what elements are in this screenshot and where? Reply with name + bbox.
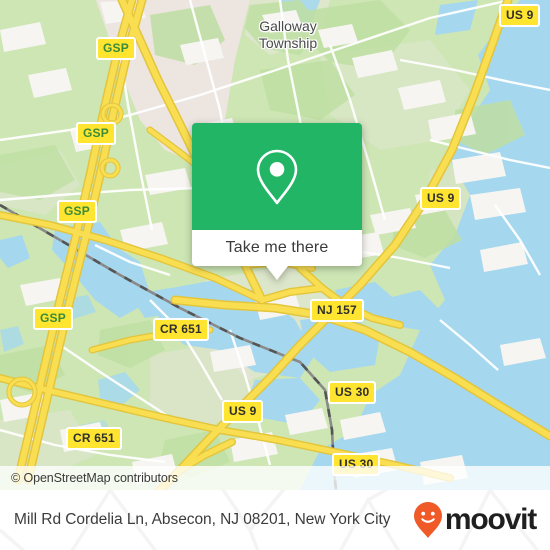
moovit-wordmark: moovit bbox=[444, 503, 537, 536]
shield-us30-1: US 30 bbox=[328, 381, 377, 404]
place-label-line1: Galloway bbox=[259, 18, 317, 34]
footer-content: Mill Rd Cordelia Ln, Absecon, NJ 08201, … bbox=[0, 490, 550, 550]
location-popup[interactable]: Take me there bbox=[192, 123, 362, 280]
shield-gsp-2: GSP bbox=[76, 122, 116, 145]
shield-gsp-1: GSP bbox=[96, 37, 136, 60]
shield-nj157: NJ 157 bbox=[310, 299, 364, 322]
map-canvas[interactable]: Galloway Township GSP GSP GSP GSP US 9 U… bbox=[0, 0, 550, 490]
shield-us9-1: US 9 bbox=[499, 4, 541, 27]
popup-cta[interactable]: Take me there bbox=[192, 230, 362, 266]
shield-gsp-3: GSP bbox=[57, 200, 97, 223]
moovit-smiley-pin-icon bbox=[413, 502, 442, 538]
map-pin-icon bbox=[256, 149, 298, 204]
osm-attribution-text: © OpenStreetMap contributors bbox=[11, 471, 178, 485]
moovit-map-screenshot: Galloway Township GSP GSP GSP GSP US 9 U… bbox=[0, 0, 550, 550]
shield-gsp-4: GSP bbox=[33, 307, 73, 330]
location-address: Mill Rd Cordelia Ln, Absecon, NJ 08201, … bbox=[14, 510, 391, 528]
place-label-galloway-township: Galloway Township bbox=[243, 18, 333, 52]
map-attribution-bar: © OpenStreetMap contributors bbox=[0, 466, 550, 490]
shield-cr651-1: CR 651 bbox=[153, 318, 209, 341]
shield-cr651-2: CR 651 bbox=[66, 427, 122, 450]
place-label-line2: Township bbox=[258, 34, 318, 51]
popup-cta-label: Take me there bbox=[225, 239, 329, 256]
footer-bar: Mill Rd Cordelia Ln, Absecon, NJ 08201, … bbox=[0, 490, 550, 550]
shield-us9-3: US 9 bbox=[222, 400, 264, 423]
popup-tail bbox=[266, 266, 288, 280]
moovit-logo[interactable]: moovit bbox=[413, 501, 537, 539]
shield-us9-2: US 9 bbox=[420, 187, 462, 210]
popup-pin-area bbox=[192, 123, 362, 230]
